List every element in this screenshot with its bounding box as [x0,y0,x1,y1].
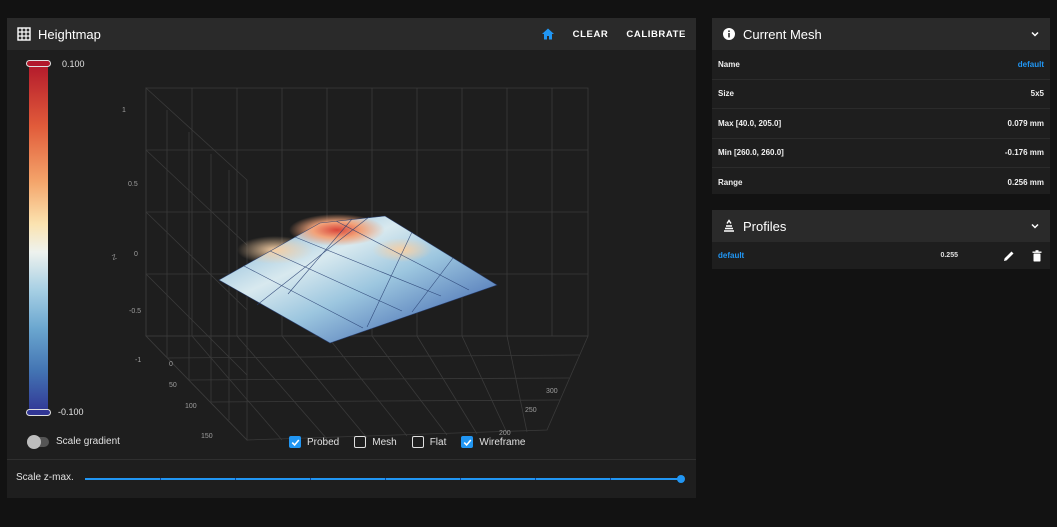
x-tick: 300 [546,388,558,395]
stack-layers-icon [722,219,736,233]
grid-icon [17,27,31,41]
z-tick: -1 [135,357,141,364]
slider-tick [610,478,611,480]
scale-gradient-toggle[interactable] [27,435,49,449]
mesh-row-key: Min [260.0, 260.0] [718,148,784,158]
profiles-header[interactable]: Profiles [712,210,1050,242]
profile-name-link[interactable]: default [718,251,744,260]
mesh-row-min: Min [260.0, 260.0] -0.176 mm [712,139,1050,168]
heightmap-3d-chart[interactable]: 1 0.5 0 -0.5 -1 Z 0 50 100 150 200 250 3… [7,50,696,446]
gradient-max-handle[interactable] [26,60,51,67]
display-options: Scale gradient Probed Mesh Flat Wirefram… [7,432,696,454]
y-tick: 100 [185,403,197,410]
y-tick: 0 [169,361,173,368]
clear-button[interactable]: CLEAR [573,29,609,40]
wireframe-label: Wireframe [479,436,526,448]
scale-gradient-label: Scale gradient [56,436,120,447]
y-tick: 50 [169,382,177,389]
x-axis-ticks: 200 250 300 [499,388,558,437]
probed-label: Probed [307,436,340,448]
z-tick: 0 [134,251,138,258]
scale-zmax-label: Scale z-max. [16,472,74,483]
mesh-name-link[interactable]: default [1018,60,1044,69]
heightmap-header: Heightmap CLEAR CALIBRATE [7,18,696,50]
calibrate-button[interactable]: CALIBRATE [626,29,686,40]
z-tick: 0.5 [128,181,138,188]
slider-tick [385,478,386,480]
scale-zmax-slider-row: Scale z-max. [7,466,696,492]
info-icon [722,27,736,41]
current-mesh-card: Current Mesh Name default Size 5x5 Max [… [712,18,1050,194]
flat-label: Flat [429,436,447,448]
mesh-surface [218,214,498,344]
color-gradient-bar [29,63,48,413]
chevron-down-icon[interactable] [1030,221,1040,231]
mesh-row-max: Max [40.0, 205.0] 0.079 mm [712,109,1050,139]
current-mesh-header[interactable]: Current Mesh [712,18,1050,50]
scale-zmax-thumb[interactable] [677,475,685,483]
probed-checkbox[interactable]: Probed [289,436,339,448]
heightmap-card: Heightmap CLEAR CALIBRATE 1 0.5 0 -0.5 -… [7,18,696,498]
heightmap-title: Heightmap [17,27,101,42]
mesh-row-key: Range [718,178,743,188]
profiles-title-text: Profiles [743,218,787,234]
checkbox-unchecked-icon [411,436,424,448]
slider-tick [460,478,461,480]
y-axis-ticks: 0 50 100 150 [169,361,213,440]
mesh-row-key: Size [718,89,735,99]
mesh-row-value: 0.079 mm [1007,118,1044,128]
chevron-down-icon[interactable] [1030,29,1040,39]
checkbox-checked-icon [289,436,301,448]
home-icon[interactable] [541,27,555,41]
z-tick: -0.5 [129,308,141,315]
profile-range: 0.255 [940,252,958,259]
slider-tick [235,478,236,480]
z-tick: 1 [122,107,126,114]
current-mesh-title-text: Current Mesh [743,26,822,42]
current-mesh-title: Current Mesh [722,27,822,42]
mesh-label: Mesh [372,436,397,448]
mesh-row-key: Name [718,59,740,69]
toggle-knob [27,435,41,449]
slider-tick [535,478,536,480]
wireframe-checkbox[interactable]: Wireframe [461,436,526,448]
divider [7,459,696,460]
heightmap-plot[interactable]: 1 0.5 0 -0.5 -1 Z 0 50 100 150 200 250 3… [7,50,696,446]
scale-zmax-track[interactable] [85,478,683,480]
mesh-row-value: -0.176 mm [1004,148,1044,158]
heightmap-title-text: Heightmap [38,26,101,42]
profiles-title: Profiles [722,219,786,234]
z-axis-ticks: 1 0.5 0 -0.5 -1 Z [111,107,141,364]
mesh-row-name: Name default [712,50,1050,80]
trash-icon[interactable] [1030,249,1044,263]
mesh-row-size: Size 5x5 [712,80,1050,109]
mesh-checkbox[interactable]: Mesh [354,436,397,448]
x-tick: 250 [525,407,537,414]
mesh-row-value: 0.256 mm [1007,178,1044,188]
slider-tick [310,478,311,480]
checkbox-unchecked-icon [354,436,367,448]
mesh-row-value: 5x5 [1030,89,1044,99]
gradient-min-handle[interactable] [26,409,51,416]
mesh-row-range: Range 0.256 mm [712,168,1050,198]
mesh-row-key: Max [40.0, 205.0] [718,118,782,128]
gradient-min-label: -0.100 [58,407,84,417]
profiles-card: Profiles default 0.255 [712,210,1050,269]
flat-checkbox[interactable]: Flat [411,436,447,448]
left-wall-grid [145,87,248,441]
slider-tick [160,478,161,480]
profile-item: default 0.255 [712,242,1050,269]
z-axis-label: Z [111,254,118,262]
gradient-max-label: 0.100 [62,59,85,69]
floor-grid [145,335,589,441]
pencil-icon[interactable] [1002,249,1016,263]
checkbox-checked-icon [461,436,474,448]
